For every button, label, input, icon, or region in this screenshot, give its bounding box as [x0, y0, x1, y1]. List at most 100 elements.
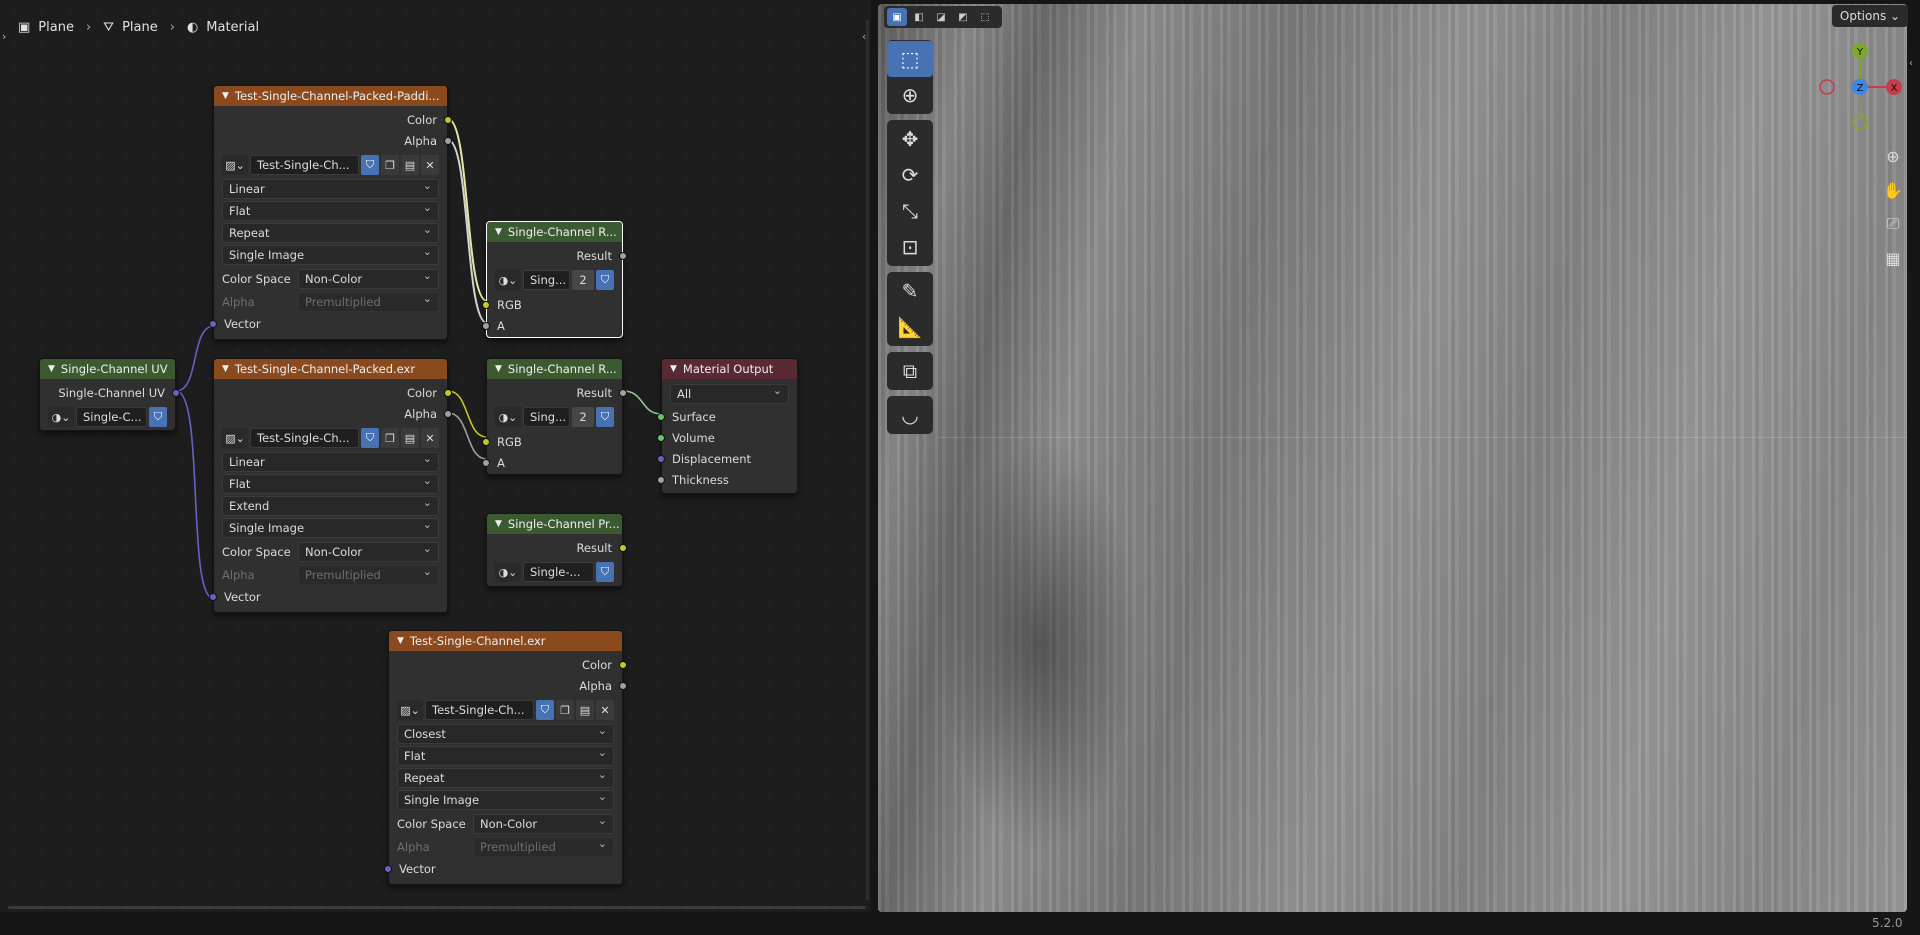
select-box-icon[interactable]: ⬚ [887, 41, 933, 77]
group-node-2[interactable]: ▼ Single-Channel R... Result ◑⌄ Sing... 2… [482, 358, 627, 475]
chevron-down-icon[interactable]: ▼ [495, 364, 502, 374]
node-editor[interactable]: ▣ Plane › ⛛ Plane › ◐ Material › ‹ ▼ Test… [0, 0, 871, 912]
annotate-icon[interactable]: ✎ [887, 273, 933, 309]
fake-user-icon[interactable]: ⛉ [361, 428, 379, 448]
curve-icon[interactable]: ◡ [887, 397, 933, 433]
node-tree-browse-icon[interactable]: ◑⌄ [495, 562, 521, 582]
socket-result-output[interactable] [619, 543, 627, 552]
options-dropdown[interactable]: Options ⌄ [1832, 5, 1908, 27]
area-divider[interactable] [871, 0, 878, 912]
select-invert-icon[interactable]: ◩ [953, 8, 973, 26]
socket-alpha-output[interactable] [619, 681, 627, 690]
image-name-field[interactable]: Test-Single-Ch... [250, 155, 359, 175]
unlink-icon[interactable]: ✕ [421, 428, 439, 448]
extension-select[interactable]: Extend [222, 496, 439, 516]
group-name-field[interactable]: Sing... [523, 407, 570, 427]
socket-color-output[interactable] [444, 115, 452, 124]
uv-group-node[interactable]: ▼ Single-Channel UV Single-Channel UV ◑⌄ … [39, 358, 180, 431]
image-browse-icon[interactable]: ▨⌄ [222, 155, 248, 175]
user-count[interactable]: 2 [572, 407, 594, 427]
breadcrumb-material[interactable]: ◐ Material [187, 20, 259, 35]
node-header[interactable]: ▼ Test-Single-Channel-Packed.exr [214, 359, 447, 379]
chevron-down-icon[interactable]: ▼ [48, 364, 55, 374]
socket-vector-input[interactable] [209, 319, 217, 328]
image-browse-icon[interactable]: ▨⌄ [222, 428, 248, 448]
duplicate-icon[interactable]: ❐ [556, 700, 574, 720]
node-header[interactable]: ▼ Single-Channel Pr... [487, 514, 622, 534]
group-name-field[interactable]: Single-... [523, 562, 594, 582]
fake-user-icon[interactable]: ⛉ [361, 155, 379, 175]
select-extend-icon[interactable]: ◧ [909, 8, 929, 26]
open-image-icon[interactable]: ▤ [401, 428, 419, 448]
rotate-icon[interactable]: ⟳ [887, 157, 933, 193]
chevron-down-icon[interactable]: ▼ [495, 227, 502, 237]
socket-vector-input[interactable] [384, 864, 392, 873]
scale-icon[interactable]: ⤡ [887, 193, 933, 229]
fake-user-icon[interactable]: ⛉ [596, 407, 614, 427]
open-image-icon[interactable]: ▤ [576, 700, 594, 720]
node-header[interactable]: ▼ Test-Single-Channel.exr [389, 631, 622, 651]
interpolation-select[interactable]: Linear [222, 452, 439, 472]
fake-user-icon[interactable]: ⛉ [149, 407, 167, 427]
socket-surface-input[interactable] [657, 412, 665, 421]
group-name-field[interactable]: Sing... [523, 270, 570, 290]
transform-icon[interactable]: ⊡ [887, 229, 933, 265]
hand-icon[interactable]: ✋ [1880, 178, 1906, 202]
socket-volume-input[interactable] [657, 433, 665, 442]
navigation-gizmo[interactable]: Y X Z [1815, 40, 1905, 136]
interpolation-select[interactable]: Linear [222, 179, 439, 199]
source-select[interactable]: Single Image [222, 245, 439, 265]
socket-a-input[interactable] [482, 321, 490, 330]
unlink-icon[interactable]: ✕ [596, 700, 614, 720]
image-browse-icon[interactable]: ▨⌄ [397, 700, 423, 720]
group-node-1[interactable]: ▼ Single-Channel R... Result ◑⌄ Sing... 2… [482, 221, 627, 338]
socket-color-output[interactable] [619, 660, 627, 669]
socket-uv-output[interactable] [172, 388, 180, 397]
node-header[interactable]: ▼ Material Output [662, 359, 797, 379]
fake-user-icon[interactable]: ⛉ [596, 562, 614, 582]
move-icon[interactable]: ✥ [887, 121, 933, 157]
node-header[interactable]: ▼ Single-Channel UV [40, 359, 175, 379]
projection-select[interactable]: Flat [397, 746, 614, 766]
chevron-down-icon[interactable]: ▼ [222, 91, 229, 101]
projection-select[interactable]: Flat [222, 474, 439, 494]
socket-vector-input[interactable] [209, 592, 217, 601]
user-count[interactable]: 2 [572, 270, 594, 290]
image-name-field[interactable]: Test-Single-Ch... [425, 700, 534, 720]
node-tree-browse-icon[interactable]: ◑⌄ [495, 270, 521, 290]
group-name-field[interactable]: Single-C... [76, 407, 147, 427]
select-new-icon[interactable]: ▣ [887, 8, 907, 26]
socket-result-output[interactable] [619, 251, 627, 260]
image-texture-node-padding[interactable]: ▼ Test-Single-Channel-Packed-Paddi... Col… [209, 85, 452, 340]
image-texture-node-packed[interactable]: ▼ Test-Single-Channel-Packed.exr Color Al… [209, 358, 452, 613]
add-cube-icon[interactable]: ⧉ [887, 353, 933, 389]
chevron-down-icon[interactable]: ▼ [495, 519, 502, 529]
cursor-icon[interactable]: ⊕ [887, 77, 933, 113]
duplicate-icon[interactable]: ❐ [381, 155, 399, 175]
projection-select[interactable]: Flat [222, 201, 439, 221]
group-node-3[interactable]: ▼ Single-Channel Pr... Result ◑⌄ Single-.… [486, 513, 627, 587]
node-tree-browse-icon[interactable]: ◑⌄ [48, 407, 74, 427]
node-tree-browse-icon[interactable]: ◑⌄ [495, 407, 521, 427]
fake-user-icon[interactable]: ⛉ [596, 270, 614, 290]
chevron-down-icon[interactable]: ▼ [397, 636, 404, 646]
socket-thickness-input[interactable] [657, 475, 665, 484]
output-target-select[interactable]: All [670, 384, 789, 404]
sidebar-expand-icon[interactable]: ‹ [1909, 58, 1913, 69]
socket-displacement-input[interactable] [657, 454, 665, 463]
source-select[interactable]: Single Image [397, 790, 614, 810]
breadcrumb-mesh[interactable]: ⛛ Plane [103, 20, 158, 35]
extension-select[interactable]: Repeat [222, 223, 439, 243]
socket-result-output[interactable] [619, 388, 627, 397]
socket-a-input[interactable] [482, 458, 490, 467]
open-image-icon[interactable]: ▤ [401, 155, 419, 175]
duplicate-icon[interactable]: ❐ [381, 428, 399, 448]
node-header[interactable]: ▼ Single-Channel R... [487, 222, 622, 242]
source-select[interactable]: Single Image [222, 518, 439, 538]
socket-alpha-output[interactable] [444, 136, 452, 145]
measure-icon[interactable]: 📐 [887, 309, 933, 345]
chevron-down-icon[interactable]: ▼ [670, 364, 677, 374]
socket-rgb-input[interactable] [482, 300, 490, 309]
viewport-3d[interactable] [878, 4, 1907, 912]
zoom-icon[interactable]: ⊕ [1880, 144, 1906, 168]
